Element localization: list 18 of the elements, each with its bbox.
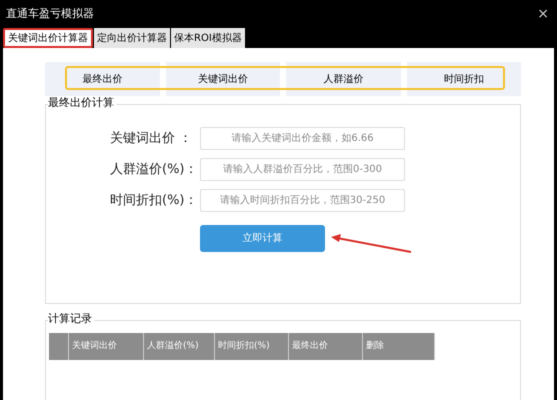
- input-field[interactable]: 请输入人群溢价百分比，范围0-300: [200, 158, 405, 181]
- close-button[interactable]: ×: [537, 4, 549, 24]
- table-header-cell: 删除: [363, 333, 435, 360]
- group-title: 最终出价计算: [48, 97, 116, 108]
- table-header-cell: 人群溢价(%): [144, 333, 215, 360]
- tab[interactable]: 保本ROI模拟器: [171, 28, 245, 48]
- table-header-cell: 时间折扣(%): [215, 333, 289, 360]
- tab[interactable]: 定向出价计算器: [94, 28, 170, 48]
- table-header-cell: 关键词出价: [69, 333, 144, 360]
- field-label: 关键词出价 ：: [109, 130, 194, 148]
- group-title: 计算记录: [48, 313, 94, 324]
- field-label: 时间折扣(%)：: [109, 192, 198, 210]
- input-field[interactable]: 请输入关键词出价金额，如6.66: [200, 127, 405, 150]
- table-header-cell: 最终出价: [289, 333, 363, 360]
- input-field[interactable]: 请输入时间折扣百分比，范围30-250: [200, 189, 405, 212]
- field-label: 人群溢价(%)：: [109, 160, 198, 179]
- tab[interactable]: 关键词出价计算器: [3, 28, 93, 48]
- window-title: 直通车盈亏模拟器: [6, 6, 94, 22]
